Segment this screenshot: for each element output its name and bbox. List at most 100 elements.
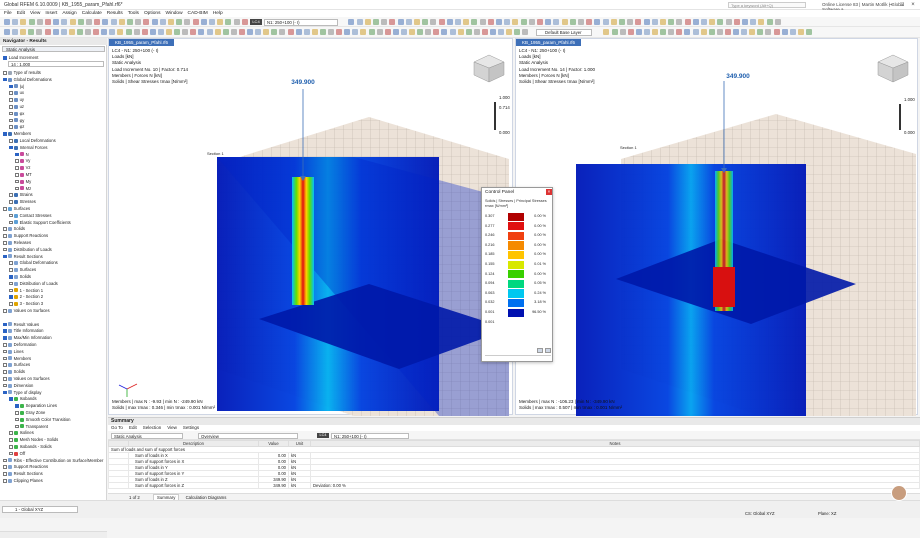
- view-cube-right-icon[interactable]: [876, 53, 910, 83]
- tree-checkbox[interactable]: [3, 227, 7, 232]
- toolbar-button-icon[interactable]: [602, 19, 609, 25]
- tree-item[interactable]: Support Reactions: [3, 464, 48, 470]
- tree-item[interactable]: Global Deformations: [9, 260, 58, 266]
- toolbar-button-icon[interactable]: [225, 19, 232, 25]
- toolbar-button-icon[interactable]: [487, 19, 494, 25]
- tree-checkbox[interactable]: [9, 438, 13, 442]
- toolbar-button-icon[interactable]: [757, 29, 764, 35]
- tree-checkbox[interactable]: [3, 349, 7, 354]
- tree-checkbox[interactable]: [15, 179, 19, 184]
- toolbar-button-icon[interactable]: [561, 19, 568, 25]
- toolbar-button-icon[interactable]: [463, 19, 470, 25]
- tree-item[interactable]: MT: [15, 172, 32, 178]
- tree-checkbox[interactable]: [9, 111, 13, 116]
- toolbar-button-icon[interactable]: [127, 19, 133, 25]
- toolbar-button-icon[interactable]: [135, 19, 142, 25]
- tree-item[interactable]: Isobands - Solids: [9, 444, 52, 450]
- tree-checkbox[interactable]: [9, 451, 13, 456]
- toolbar-button-icon[interactable]: [498, 29, 505, 35]
- toolbar-button-icon[interactable]: [271, 29, 278, 35]
- tree-item[interactable]: Local Deformations: [9, 138, 56, 144]
- tree-checkbox[interactable]: [15, 404, 19, 408]
- toolbar-button-icon[interactable]: [356, 19, 363, 25]
- tree-item[interactable]: 3 - Section 3: [9, 301, 43, 307]
- toolbar-button-icon[interactable]: [166, 29, 172, 35]
- tree-checkbox[interactable]: [3, 132, 7, 136]
- tree-checkbox[interactable]: [3, 356, 7, 361]
- toolbar-button-icon[interactable]: [716, 29, 723, 35]
- tree-item[interactable]: uz: [9, 104, 24, 110]
- menu-window[interactable]: Window: [165, 10, 182, 17]
- toolbar-button-icon[interactable]: [449, 29, 456, 35]
- toolbar-button-icon[interactable]: [389, 19, 396, 25]
- toolbar-button-icon[interactable]: [381, 19, 388, 25]
- toolbar-button-icon[interactable]: [149, 29, 156, 35]
- tree-item[interactable]: Transparent: [15, 424, 48, 430]
- toolbar-button-icon[interactable]: [733, 29, 739, 35]
- toolbar-button-icon[interactable]: [781, 29, 788, 35]
- toolbar-button-icon[interactable]: [20, 19, 27, 25]
- tree-item[interactable]: Isolines: [9, 430, 34, 436]
- toolbar-button-icon[interactable]: [643, 19, 650, 25]
- toolbar-button-icon[interactable]: [660, 19, 666, 25]
- toolbar-button-icon[interactable]: [765, 29, 772, 35]
- tree-checkbox[interactable]: [3, 472, 7, 476]
- tree-item[interactable]: 1 - Section 1: [9, 288, 43, 294]
- toolbar-button-icon[interactable]: [578, 19, 584, 25]
- tree-checkbox[interactable]: [9, 268, 13, 272]
- toolbar-button-icon[interactable]: [384, 29, 391, 35]
- toolbar-button-icon[interactable]: [441, 29, 448, 35]
- tree-checkbox[interactable]: [3, 207, 7, 211]
- toolbar-button-icon[interactable]: [117, 29, 124, 35]
- toolbar-button-icon[interactable]: [700, 29, 707, 35]
- toolbar-button-icon[interactable]: [141, 29, 148, 35]
- summary-lc-select[interactable]: N1: 250+100 (- I): [331, 432, 409, 439]
- menu-options[interactable]: Options: [144, 10, 161, 17]
- toolbar-button-icon[interactable]: [766, 19, 773, 25]
- tree-item[interactable]: Distribution of Loads: [3, 247, 52, 253]
- toolbar-button-icon[interactable]: [479, 19, 486, 25]
- tree-item[interactable]: Type of display: [3, 390, 42, 396]
- tree-checkbox[interactable]: [9, 261, 13, 266]
- toolbar-button-icon[interactable]: [287, 29, 294, 35]
- toolbar-button-icon[interactable]: [118, 19, 125, 25]
- tree-checkbox[interactable]: [9, 84, 13, 89]
- tree-item[interactable]: Global Deformations: [3, 77, 52, 83]
- toolbar-button-icon[interactable]: [627, 19, 634, 25]
- toolbar-button-icon[interactable]: [12, 29, 19, 35]
- toolbar-button-icon[interactable]: [676, 19, 683, 25]
- toolbar-button-icon[interactable]: [619, 19, 625, 25]
- tree-checkbox[interactable]: [3, 370, 7, 374]
- tree-checkbox[interactable]: [3, 234, 7, 238]
- tree-checkbox[interactable]: [15, 159, 19, 164]
- tree-item[interactable]: Mz: [15, 186, 31, 192]
- tree-item[interactable]: Values on Surfaces: [3, 308, 50, 314]
- chart-icon[interactable]: [545, 348, 551, 353]
- menu-assign[interactable]: Assign: [62, 10, 76, 17]
- tree-item[interactable]: Mesh Nodes - Solids: [9, 437, 58, 443]
- toolbar-button-icon[interactable]: [68, 29, 75, 35]
- toolbar-button-icon[interactable]: [373, 19, 379, 25]
- toolbar-button-icon[interactable]: [709, 19, 716, 25]
- tree-item[interactable]: Values on Surfaces: [3, 376, 50, 382]
- menu-results[interactable]: Results: [107, 10, 123, 17]
- tree-checkbox[interactable]: [15, 173, 19, 177]
- tree-checkbox[interactable]: [9, 118, 13, 123]
- search-input[interactable]: Type a keyword (Alt+Q): [728, 2, 806, 8]
- toolbar-button-icon[interactable]: [425, 29, 432, 35]
- tree-item[interactable]: Elastic Support Coefficients: [9, 220, 71, 226]
- tree-checkbox[interactable]: [15, 411, 19, 415]
- toolbar-button-icon[interactable]: [496, 19, 502, 25]
- toolbar-button-icon[interactable]: [457, 29, 464, 35]
- toolbar-button-icon[interactable]: [319, 29, 326, 35]
- toolbar-button-icon[interactable]: [537, 19, 543, 25]
- toolbar-button-icon[interactable]: [45, 19, 51, 25]
- toolbar-button-icon[interactable]: [652, 29, 658, 35]
- toolbar-button-icon[interactable]: [93, 29, 100, 35]
- tree-item[interactable]: Ribs - Effective Contribution on Surface…: [3, 458, 103, 464]
- tree-checkbox[interactable]: [9, 275, 13, 279]
- toolbar-button-icon[interactable]: [471, 19, 478, 25]
- toolbar-button-icon[interactable]: [701, 19, 707, 25]
- toolbar-button-icon[interactable]: [176, 19, 183, 25]
- tree-checkbox[interactable]: [3, 458, 7, 463]
